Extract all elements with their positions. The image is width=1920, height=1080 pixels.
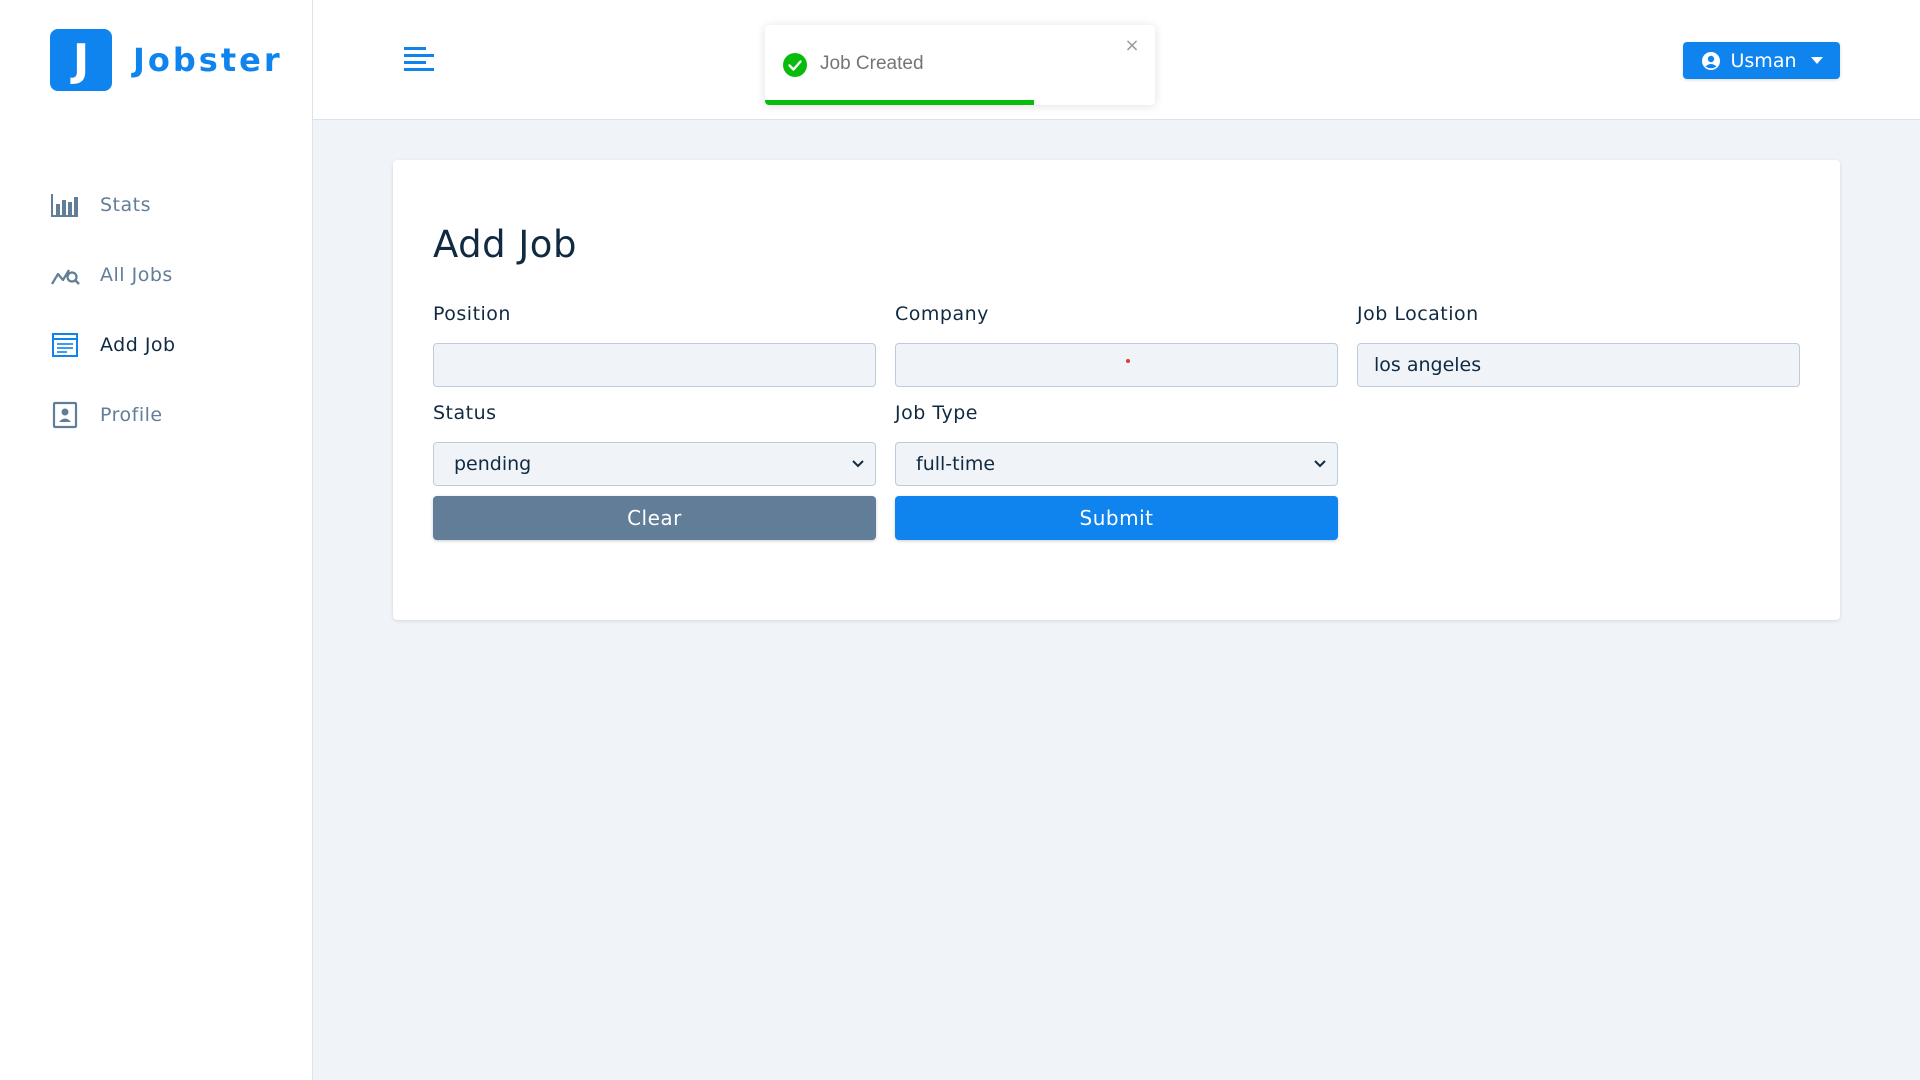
- sidebar: J Jobster Stats All Jobs Add Job Profile: [0, 0, 313, 1080]
- menu-align-left-icon: [404, 47, 434, 71]
- user-circle-icon: [1701, 51, 1720, 70]
- position-label: Position: [433, 303, 511, 325]
- success-toast[interactable]: Job Created ×: [765, 25, 1155, 105]
- sidebar-item-all-jobs[interactable]: All Jobs: [0, 240, 312, 310]
- chevron-down-icon: [852, 460, 864, 468]
- company-input[interactable]: [895, 343, 1338, 387]
- job-type-label: Job Type: [895, 402, 978, 424]
- bar-chart-icon: [50, 190, 80, 220]
- close-icon[interactable]: ×: [1121, 35, 1143, 57]
- sidebar-nav: Stats All Jobs Add Job Profile: [0, 170, 312, 450]
- position-input[interactable]: [433, 343, 876, 387]
- sidebar-item-label: Add Job: [100, 334, 176, 356]
- sidebar-item-add-job[interactable]: Add Job: [0, 310, 312, 380]
- chevron-down-icon: [1314, 460, 1326, 468]
- sidebar-item-profile[interactable]: Profile: [0, 380, 312, 450]
- job-type-selected-value: full-time: [916, 453, 996, 475]
- page-title: Add Job: [433, 223, 577, 266]
- status-selected-value: pending: [454, 453, 532, 475]
- profile-card-icon: [50, 400, 80, 430]
- logo[interactable]: J Jobster: [50, 29, 283, 91]
- status-select[interactable]: pending: [433, 442, 876, 486]
- job-location-input[interactable]: los angeles: [1357, 343, 1800, 387]
- form-icon: [50, 330, 80, 360]
- toast-progress-bar: [765, 100, 1035, 105]
- success-check-icon: [783, 53, 807, 77]
- sidebar-item-label: Profile: [100, 404, 163, 426]
- company-label: Company: [895, 303, 989, 325]
- clear-button[interactable]: Clear: [433, 496, 876, 540]
- line-chart-search-icon: [50, 260, 80, 290]
- sidebar-item-stats[interactable]: Stats: [0, 170, 312, 240]
- user-menu-button[interactable]: Usman: [1683, 42, 1840, 79]
- sidebar-item-label: Stats: [100, 194, 152, 216]
- caret-down-icon: [1810, 56, 1823, 64]
- submit-button[interactable]: Submit: [895, 496, 1338, 540]
- job-location-label: Job Location: [1357, 303, 1479, 325]
- sidebar-toggle-button[interactable]: [404, 44, 436, 76]
- cursor-dot: [1126, 359, 1130, 363]
- job-type-select[interactable]: full-time: [895, 442, 1338, 486]
- toast-message: Job Created: [820, 53, 924, 74]
- logo-text: Jobster: [133, 41, 283, 79]
- logo-mark: J: [50, 29, 112, 91]
- user-name: Usman: [1730, 49, 1797, 72]
- status-label: Status: [433, 402, 497, 424]
- sidebar-item-label: All Jobs: [100, 264, 173, 286]
- add-job-form: Add Job Position Company Job Location lo…: [393, 160, 1840, 620]
